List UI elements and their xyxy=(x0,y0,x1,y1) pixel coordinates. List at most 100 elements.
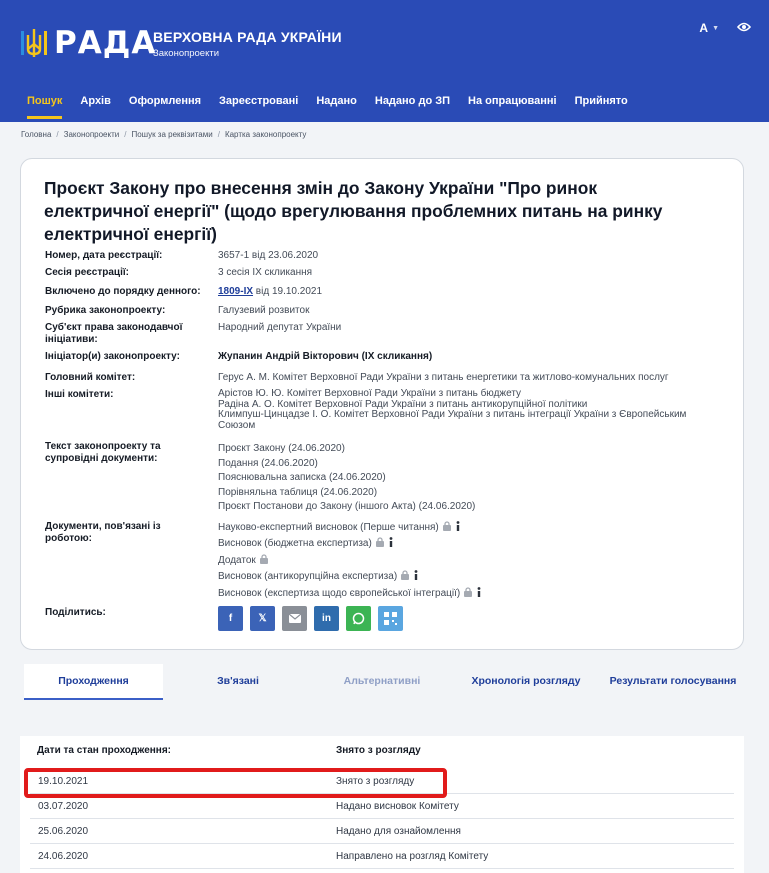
other-committee: Союзом xyxy=(218,419,256,431)
initiator-name[interactable]: Жупанин Андрій Вікторович (IX скликання) xyxy=(218,351,432,362)
table-row: 24.06.2020 Направлено на розгляд Комітет… xyxy=(30,844,734,869)
row-date: 24.06.2020 xyxy=(38,851,89,862)
nav-item-provided[interactable]: Надано xyxy=(316,95,357,119)
row-status: Надано висновок Комітету xyxy=(336,801,459,812)
nav-item-search[interactable]: Пошук xyxy=(27,95,63,119)
linkedin-icon[interactable]: in xyxy=(314,606,339,631)
site-title-block: ВЕРХОВНА РАДА УКРАЇНИ Законопроекти xyxy=(153,29,342,59)
info-icon[interactable] xyxy=(413,570,419,581)
lock-icon xyxy=(464,586,473,597)
breadcrumb-current: Картка законопроекту xyxy=(224,130,307,139)
main-nav: Пошук Архів Оформлення Зареєстровані Над… xyxy=(0,79,769,122)
agenda-value: 1809-IX від 19.10.2021 xyxy=(218,286,322,298)
trident-icon xyxy=(20,27,48,59)
doc-link[interactable]: Порівняльна таблиця (24.06.2020) xyxy=(218,486,475,501)
breadcrumb-bills[interactable]: Законопроекти xyxy=(64,130,120,139)
lock-icon xyxy=(442,521,451,531)
nav-item-registered[interactable]: Зареєстровані xyxy=(219,95,298,119)
docs-list: Науково-експертний висновок (Перше читан… xyxy=(218,520,482,602)
session-label: Сесія реєстрації: xyxy=(45,267,129,278)
agenda-label: Включено до порядку денного: xyxy=(45,286,201,297)
row-status: Надано для ознайомлення xyxy=(336,826,461,837)
share-label: Поділитись: xyxy=(45,607,106,618)
info-icon[interactable] xyxy=(476,586,482,597)
email-icon[interactable] xyxy=(282,606,307,631)
x-icon[interactable]: 𝕏 xyxy=(250,606,275,631)
work-doc: Висновок (антикорупційна експертиза) xyxy=(218,569,482,585)
committee-label: Головний комітет: xyxy=(45,372,136,383)
work-doc-label[interactable]: Висновок (експертиза щодо європейської і… xyxy=(218,588,460,599)
chevron-down-icon: ▼ xyxy=(712,24,719,32)
logo-word: РАДА xyxy=(54,25,157,61)
eye-icon[interactable] xyxy=(736,21,752,35)
progress-table: Дати та стан проходження: Знято з розгля… xyxy=(20,736,744,873)
breadcrumb-separator: / xyxy=(217,130,220,139)
nav-item-processing[interactable]: Оформлення xyxy=(129,95,201,119)
rubric-value: Галузевий розвиток xyxy=(218,305,310,316)
qr-icon[interactable] xyxy=(378,606,403,631)
tab-alternative[interactable]: Альтернативні xyxy=(313,664,451,700)
site-title: ВЕРХОВНА РАДА УКРАЇНИ xyxy=(153,29,342,45)
progress-header-status: Знято з розгляду xyxy=(336,745,421,756)
site-subtitle: Законопроекти xyxy=(153,48,220,59)
work-doc-label[interactable]: Науково-експертний висновок (Перше читан… xyxy=(218,522,439,533)
rubric-label: Рубрика законопроекту: xyxy=(45,305,166,316)
doc-link[interactable]: Подання (24.06.2020) xyxy=(218,457,475,472)
whatsapp-icon[interactable] xyxy=(346,606,371,631)
header-tools: A ▼ xyxy=(699,21,752,35)
breadcrumb-search[interactable]: Пошук за реквізитами xyxy=(131,130,212,139)
bill-tabs: Проходження Зв'язані Альтернативні Хроно… xyxy=(24,664,745,700)
facebook-icon[interactable]: f xyxy=(218,606,243,631)
lock-icon xyxy=(375,537,384,548)
bill-title: Проєкт Закону про внесення змін до Закон… xyxy=(44,178,663,244)
lock-icon xyxy=(259,554,268,564)
subject-label: Суб'єкт права законодавчої ініціативи: xyxy=(45,322,183,345)
nav-item-adopted[interactable]: Прийнято xyxy=(575,95,628,119)
breadcrumb-separator: / xyxy=(56,130,59,139)
tab-progress[interactable]: Проходження xyxy=(24,664,163,700)
doc-link[interactable]: Пояснювальна записка (24.06.2020) xyxy=(218,471,475,486)
table-row: 25.06.2020 Надано для ознайомлення xyxy=(30,819,734,844)
row-status: Направлено на розгляд Комітету xyxy=(336,851,489,862)
work-doc-label[interactable]: Висновок (антикорупційна експертиза) xyxy=(218,571,397,582)
agenda-date: від 19.10.2021 xyxy=(253,286,323,297)
font-size-switcher[interactable]: A ▼ xyxy=(699,21,719,35)
texts-list: Проєкт Закону (24.06.2020) Подання (24.0… xyxy=(218,442,475,515)
row-date: 25.06.2020 xyxy=(38,826,89,837)
work-doc: Висновок (бюджетна експертиза) xyxy=(218,536,482,552)
texts-label: Текст законопроекту та супровідні докуме… xyxy=(45,441,161,464)
work-doc: Науково-експертний висновок (Перше читан… xyxy=(218,520,482,536)
agenda-link[interactable]: 1809-IX xyxy=(218,286,253,297)
share-buttons: f 𝕏 in xyxy=(218,606,403,631)
initiator-value: Жупанин Андрій Вікторович (IX скликання) xyxy=(218,351,432,363)
reg-value: 3657-1 від 23.06.2020 xyxy=(218,250,319,261)
other-committee: Климпуш-Цинцадзе І. О. Комітет Верховної… xyxy=(218,409,687,420)
nav-item-provided-zp[interactable]: Надано до ЗП xyxy=(375,95,450,119)
doc-link[interactable]: Проєкт Закону (24.06.2020) xyxy=(218,442,475,457)
nav-item-archive[interactable]: Архів xyxy=(80,95,110,119)
tab-related[interactable]: Зв'язані xyxy=(163,664,313,700)
docs-label: Документи, пов'язані із роботою: xyxy=(45,521,161,544)
bill-card: Проєкт Закону про внесення змін до Закон… xyxy=(20,158,744,650)
info-icon[interactable] xyxy=(455,521,461,531)
other-committees-label: Інші комітети: xyxy=(45,389,114,400)
nav-item-in-work[interactable]: На опрацюванні xyxy=(468,95,557,119)
progress-header-date: Дати та стан проходження: xyxy=(37,745,171,756)
tab-voting-results[interactable]: Результати голосування xyxy=(601,664,745,700)
breadcrumb: Головна / Законопроекти / Пошук за реквізита… xyxy=(21,130,306,139)
lock-icon xyxy=(401,570,410,581)
committee-value: Герус А. М. Комітет Верховної Ради Украї… xyxy=(218,372,669,383)
doc-link[interactable]: Проєкт Постанови до Закону (іншого Акта)… xyxy=(218,500,475,515)
rada-logo[interactable]: РАДА xyxy=(20,27,156,59)
session-value: 3 сесія IX скликання xyxy=(218,267,313,278)
tab-chronology[interactable]: Хронологія розгляду xyxy=(451,664,601,700)
row-date: 03.07.2020 xyxy=(38,801,89,812)
work-doc: Додаток xyxy=(218,553,482,569)
info-icon[interactable] xyxy=(388,537,394,548)
subject-value: Народний депутат України xyxy=(218,322,342,333)
work-doc-label[interactable]: Додаток xyxy=(218,555,256,566)
work-doc-label[interactable]: Висновок (бюджетна експертиза) xyxy=(218,538,372,549)
reg-label: Номер, дата реєстрації: xyxy=(45,250,163,261)
breadcrumb-home[interactable]: Головна xyxy=(21,130,51,139)
breadcrumb-separator: / xyxy=(124,130,127,139)
